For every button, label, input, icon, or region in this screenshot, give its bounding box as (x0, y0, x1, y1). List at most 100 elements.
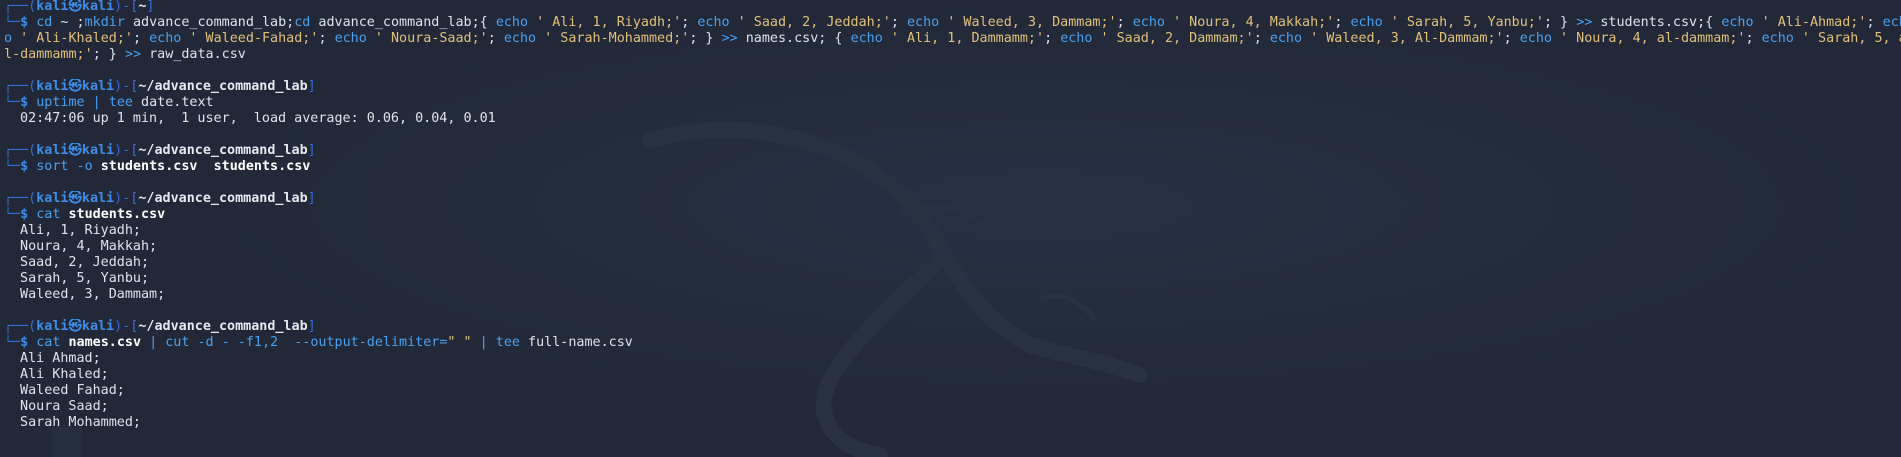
command-token: uptime (36, 95, 85, 110)
command-token: -o (68, 159, 101, 174)
command-token: students.csv (100, 159, 198, 174)
prompt-bracket: ] (307, 191, 316, 206)
terminal-cursor (52, 427, 82, 457)
prompt-dollar: $ (20, 207, 29, 222)
output-line: Ali Khaled; (12, 367, 109, 382)
command-token: l-dammamm;' (4, 47, 93, 62)
command-token: echo (503, 31, 537, 46)
prompt-continuation: └─ (4, 95, 21, 110)
command-token: ' Ali-Khaled;' (12, 31, 133, 46)
command-token: echo (1350, 15, 1383, 30)
command-token: echo (1060, 31, 1093, 46)
prompt-continuation: └─ (4, 335, 21, 350)
prompt-dollar: $ (20, 335, 29, 350)
command-token: echo (1761, 31, 1794, 46)
command-line: └─$ cat names.csv | cut -d - -f1,2 --out… (4, 335, 1901, 351)
command-token: students.csv;{ (1592, 15, 1722, 30)
prompt-continuation: └─ (4, 159, 21, 174)
command-token: o (4, 31, 13, 46)
command-token: ; (681, 15, 698, 30)
output-line: Noura Saad; (12, 399, 109, 414)
terminal-window[interactable]: ┌──(kali㉿kali)-[~] └─$ cd ~ ;mkdir advanc… (0, 0, 1901, 457)
command-token: ' Waleed, 3, Al-Dammam;' (1302, 31, 1504, 46)
command-token: ' Sarah-Mohammed;' (536, 31, 690, 46)
command-token: cat (36, 335, 61, 350)
command-token: cat (36, 207, 61, 222)
command-token: ; (1503, 31, 1520, 46)
output-line: Waleed, 3, Dammam; (12, 287, 166, 302)
prompt-at-symbol: ㉿ (68, 319, 82, 334)
prompt-host: kali (81, 79, 115, 94)
prompt-host: kali (81, 0, 115, 14)
prompt-separator: )-[ (114, 143, 139, 158)
command-token: ; (1866, 15, 1883, 30)
command-token: >> (124, 47, 142, 62)
prompt-path: ~/advance_command_lab (138, 319, 308, 334)
prompt-dollar: $ (20, 159, 29, 174)
command-token: ' Ali, 1, Dammamm;' (882, 31, 1045, 46)
command-token: ; (133, 31, 150, 46)
output-line: Saad, 2, Jeddah; (12, 255, 150, 270)
prompt-header: ┌──(kali㉿kali)-[~/advance_command_lab] (4, 143, 1901, 159)
command-token: cd (36, 15, 53, 30)
command-token: ; (1116, 15, 1133, 30)
command-token: sort (36, 159, 69, 174)
command-token: cut (165, 335, 190, 350)
prompt-host: kali (81, 143, 115, 158)
command-token: echo (334, 31, 367, 46)
output-line: Noura, 4, Makkah; (12, 239, 158, 254)
prompt-header: ┌──(kali㉿kali)-[~/advance_command_lab] (4, 319, 1901, 335)
command-token: ; (487, 31, 504, 46)
command-line: └─$ cd ~ ;mkdir advance_command_lab;cd a… (4, 15, 1901, 31)
output-line: 02:47:06 up 1 min, 1 user, load average:… (12, 111, 496, 126)
command-token: ; (1253, 31, 1270, 46)
command-token: ' Waleed-Fahad;' (181, 31, 319, 46)
command-token: cd (294, 15, 311, 30)
command-token: names.csv (68, 335, 142, 350)
prompt-bracket: ] (146, 0, 155, 14)
command-line: └─$ cat students.csv (4, 207, 1901, 223)
prompt-user: kali (36, 143, 69, 158)
terminal-output: ┌──(kali㉿kali)-[~] └─$ cd ~ ;mkdir advanc… (0, 0, 1901, 431)
command-token: advance_command_lab;{ (310, 15, 496, 30)
prompt-dollar: $ (20, 95, 29, 110)
command-token (60, 335, 68, 350)
command-token: advance_command_lab; (124, 15, 295, 30)
command-token: ; } (1543, 15, 1577, 30)
command-token: ~ ; (52, 15, 85, 30)
command-token: echo (850, 31, 883, 46)
command-token: ' Noura-Saad;' (366, 31, 488, 46)
command-token: names.csv; { (737, 31, 851, 46)
prompt-user: kali (36, 319, 69, 334)
command-token: tee (495, 335, 520, 350)
command-token: ; (1745, 31, 1762, 46)
prompt-header: ┌──(kali㉿kali)-[~/advance_command_lab] (4, 191, 1901, 207)
command-line: o ' Ali-Khaled;'; echo ' Waleed-Fahad;';… (4, 31, 1901, 47)
output-line: Waleed Fahad; (12, 383, 125, 398)
command-token: students.csv (213, 159, 311, 174)
command-token: echo (1519, 31, 1552, 46)
prompt-at-symbol: ㉿ (68, 191, 82, 206)
prompt-corner: ┌──( (4, 319, 37, 334)
prompt-user: kali (36, 191, 69, 206)
output-line: Sarah Mohammed; (12, 415, 141, 430)
command-token: mkdir (84, 15, 125, 30)
command-token: raw_data.csv (141, 47, 246, 62)
command-token: ; (1044, 31, 1061, 46)
command-token: echo (1269, 31, 1303, 46)
prompt-at-symbol: ㉿ (68, 143, 82, 158)
command-token: ; (1334, 15, 1351, 30)
prompt-bracket: ] (307, 79, 316, 94)
command-token: echo (697, 15, 730, 30)
output-line: Ali, 1, Riyadh; (12, 223, 141, 238)
command-token: ; (890, 15, 907, 30)
command-token: ' Sarah, 5, a (1793, 31, 1901, 46)
prompt-corner: ┌──( (4, 79, 37, 94)
prompt-corner: ┌──( (4, 191, 37, 206)
command-token: ' Waleed, 3, Dammam;' (939, 15, 1117, 30)
command-token: ' Noura, 4, al-dammam;' (1551, 31, 1746, 46)
command-token: ' Saad, 2, Jeddah;' (729, 15, 891, 30)
